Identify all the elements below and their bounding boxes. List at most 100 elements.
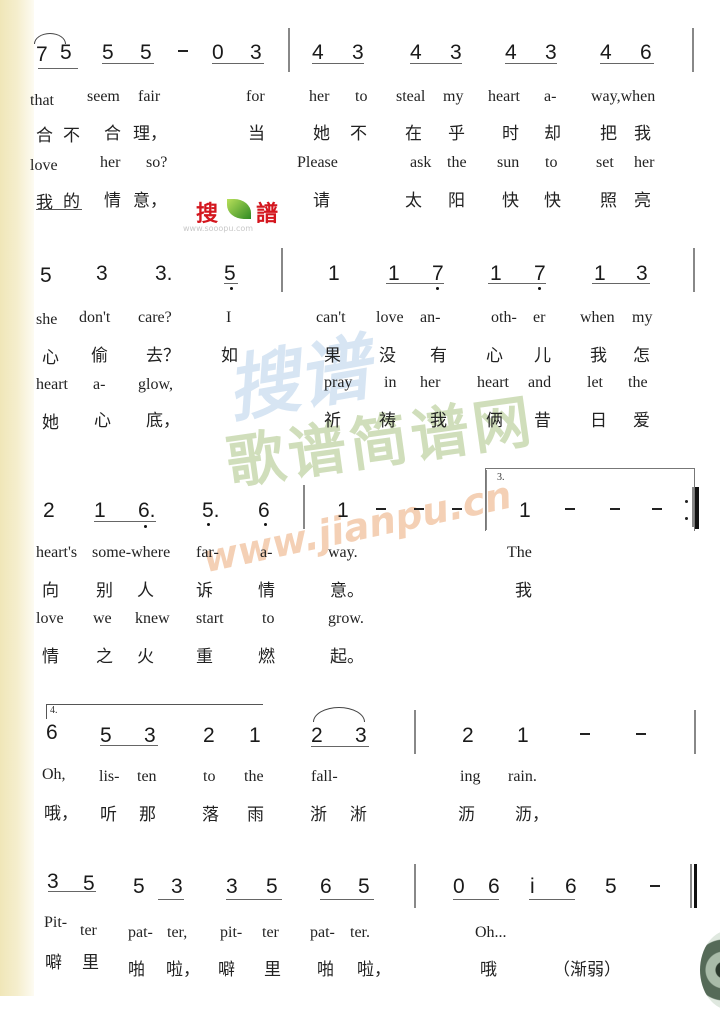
lyric-en: heart xyxy=(36,376,68,393)
lyric-zh: 照 xyxy=(600,191,617,211)
note: 1 xyxy=(388,262,400,285)
lyric-en: can't xyxy=(316,309,346,326)
note: 0 xyxy=(212,41,224,64)
lyric-zh: 雨 xyxy=(247,805,264,825)
note: 6 xyxy=(565,875,577,898)
lyric-en: her xyxy=(420,374,441,391)
eighth-underline xyxy=(600,63,654,64)
eighth-underline xyxy=(312,63,364,64)
eighth-underline xyxy=(529,899,575,900)
lyric-zh: 沥， xyxy=(515,805,549,825)
repeat-dot xyxy=(685,517,688,520)
lyric-en: let xyxy=(587,374,603,391)
low-octave-dot xyxy=(207,523,210,526)
repeat-dot xyxy=(685,500,688,503)
lyric-en: so? xyxy=(146,154,168,171)
low-octave-dot xyxy=(264,523,267,526)
lyric-en: heart's xyxy=(36,544,78,561)
eighth-underline xyxy=(102,63,154,64)
note: 1 xyxy=(519,499,531,522)
lyric-zh: 起。 xyxy=(330,647,364,667)
lyric-en: glow, xyxy=(138,376,173,393)
lyric-zh: 在 xyxy=(405,124,422,144)
lyric-zh: 去？ xyxy=(146,346,180,366)
lyric-en: her xyxy=(100,154,121,171)
dynamic-label: 渐弱 xyxy=(570,960,604,980)
eighth-underline xyxy=(311,746,369,747)
barline xyxy=(303,485,305,529)
lyric-zh: 把 xyxy=(600,124,617,144)
leaf-icon xyxy=(227,199,251,219)
lyric-en: the xyxy=(447,154,467,171)
lyric-zh: 底， xyxy=(146,411,180,431)
lyric-zh: 合 xyxy=(36,126,53,146)
lyric-en: pray xyxy=(324,374,353,391)
note: 5 xyxy=(605,875,617,898)
lyric-en: her xyxy=(634,154,655,171)
note: 1 xyxy=(517,724,529,747)
lyric-en: grow. xyxy=(328,610,364,627)
note: 7 xyxy=(432,262,444,285)
lyric-zh: 落 xyxy=(202,805,219,825)
dash-extend xyxy=(652,508,662,510)
lyric-zh: 有 xyxy=(430,346,447,366)
barline xyxy=(692,28,694,72)
lyric-en: ter xyxy=(262,924,279,941)
lyric-zh: 我 xyxy=(430,411,447,431)
lyric-en: I xyxy=(226,309,232,326)
lyric-en: her xyxy=(309,88,330,105)
note: 3 xyxy=(250,41,262,64)
lyric-en: rain. xyxy=(508,768,537,785)
lyric-en: lis- xyxy=(99,768,120,785)
lyric-en: a- xyxy=(93,376,106,393)
tie-slur xyxy=(313,707,365,722)
note: 4 xyxy=(410,41,422,64)
lyric-zh: 意， xyxy=(133,191,167,211)
note: 3 xyxy=(96,262,108,285)
lyric-zh: 心 xyxy=(94,411,111,431)
note: 1 xyxy=(594,262,606,285)
lyric-en: Please xyxy=(297,154,338,171)
volta-label: 4. xyxy=(50,705,58,716)
lyric-en: heart xyxy=(477,374,509,391)
lyric-zh: 祷 xyxy=(379,411,396,431)
lyric-zh: 我 xyxy=(590,346,607,366)
lyric-en: pit- xyxy=(220,924,243,941)
lyric-zh: 怎 xyxy=(633,346,650,366)
dash-extend xyxy=(610,508,620,510)
eighth-underline xyxy=(320,899,374,900)
eighth-underline xyxy=(100,745,158,746)
note: 3 xyxy=(47,870,59,893)
lyric-zh: 情 xyxy=(258,581,275,601)
lyric-zh: 重 xyxy=(196,647,213,667)
lyric-zh: 日 xyxy=(590,411,607,431)
lyric-zh: 如 xyxy=(221,346,238,366)
lyric-zh: 她 xyxy=(42,413,59,433)
lyric-zh: 没 xyxy=(379,346,396,366)
lyric-en: to xyxy=(355,88,368,105)
note: 2 xyxy=(203,724,215,747)
lyric-zh: 时 xyxy=(502,124,519,144)
lyric-zh: 淅 xyxy=(350,805,367,825)
lyric-en: Oh, xyxy=(42,766,66,783)
lyric-en: ter xyxy=(80,922,97,939)
note: 7 xyxy=(534,262,546,285)
lyric-zh: 啦， xyxy=(357,960,391,980)
note: 5 xyxy=(224,262,236,285)
lyric-zh: 情 xyxy=(42,647,59,667)
lyric-zh: 却 xyxy=(544,124,561,144)
lyric-en: in xyxy=(384,374,397,391)
note: 5 xyxy=(40,264,52,287)
lyric-zh: 意。 xyxy=(330,581,364,601)
lyric-zh: 爱 xyxy=(633,411,650,431)
note: 6 xyxy=(258,499,270,522)
note: 4 xyxy=(312,41,324,64)
dash-extend xyxy=(414,508,424,510)
barline xyxy=(690,864,692,908)
eighth-underline xyxy=(94,521,156,522)
lyric-zh: 啪 xyxy=(317,960,334,980)
lyric-zh: 沥 xyxy=(458,805,475,825)
note: 4 xyxy=(600,41,612,64)
note: 5 xyxy=(60,41,72,64)
lyric-en: for xyxy=(246,88,265,105)
